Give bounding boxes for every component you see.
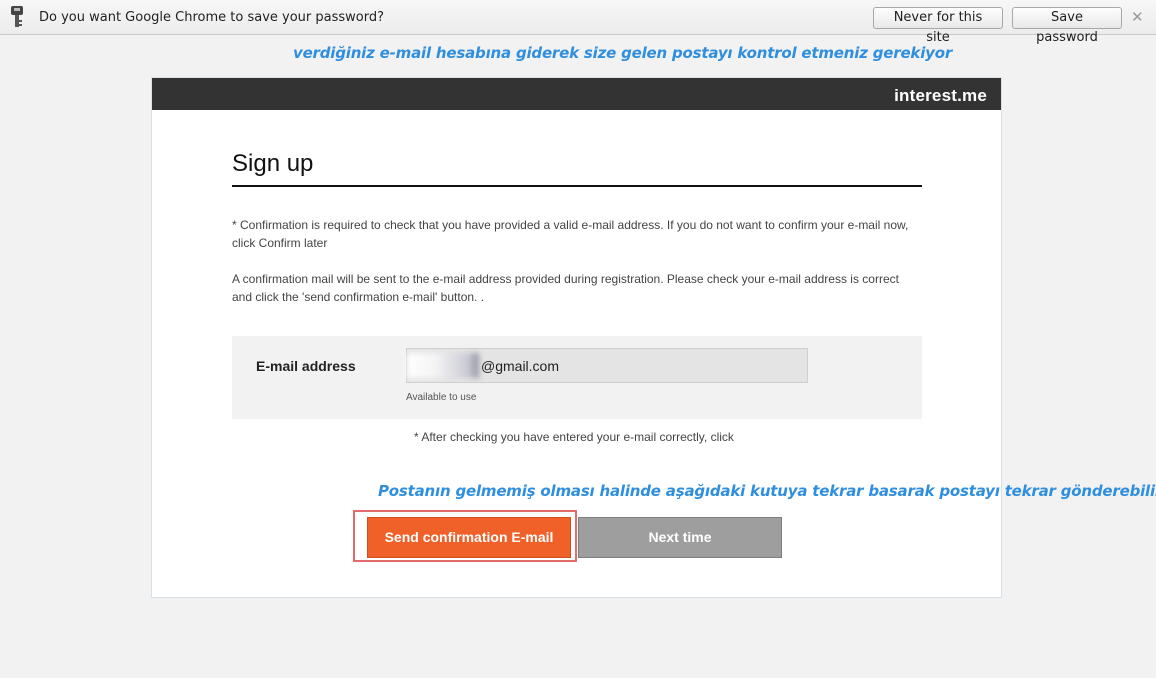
title-divider <box>232 185 922 187</box>
signup-card: interest.me Sign up * Confirmation is re… <box>151 77 1002 598</box>
save-password-button[interactable]: Save password <box>1012 7 1122 45</box>
annotation-top: verdiğiniz e-mail hesabına giderek size … <box>293 44 953 62</box>
annotation-middle: Postanın gelmemiş olması halinde aşağıda… <box>378 482 1156 500</box>
email-section: E-mail address @gmail.com Available to u… <box>232 336 922 419</box>
infobar-prompt: Do you want Google Chrome to save your p… <box>39 10 385 25</box>
site-header-bar: interest.me <box>152 78 1001 110</box>
redacted-email-user <box>407 353 479 378</box>
email-status: Available to use <box>406 392 477 403</box>
email-field[interactable]: @gmail.com <box>406 348 808 383</box>
email-value: @gmail.com <box>481 358 560 374</box>
email-label: E-mail address <box>256 358 356 374</box>
key-icon <box>11 6 23 27</box>
page-title: Sign up <box>232 150 314 177</box>
check-note: * After checking you have entered your e… <box>414 430 734 444</box>
next-time-button[interactable]: Next time <box>578 517 782 558</box>
send-confirmation-email-button[interactable]: Send confirmation E-mail <box>367 517 571 558</box>
confirmation-note: * Confirmation is required to check that… <box>232 218 909 250</box>
save-password-infobar: Do you want Google Chrome to save your p… <box>0 0 1156 45</box>
close-icon[interactable]: ✕ <box>1131 8 1144 26</box>
site-logo[interactable]: interest.me <box>894 86 987 106</box>
never-for-this-site-button[interactable]: Never for this site <box>873 7 1003 45</box>
mail-sent-note: A confirmation mail will be sent to the … <box>232 272 899 304</box>
